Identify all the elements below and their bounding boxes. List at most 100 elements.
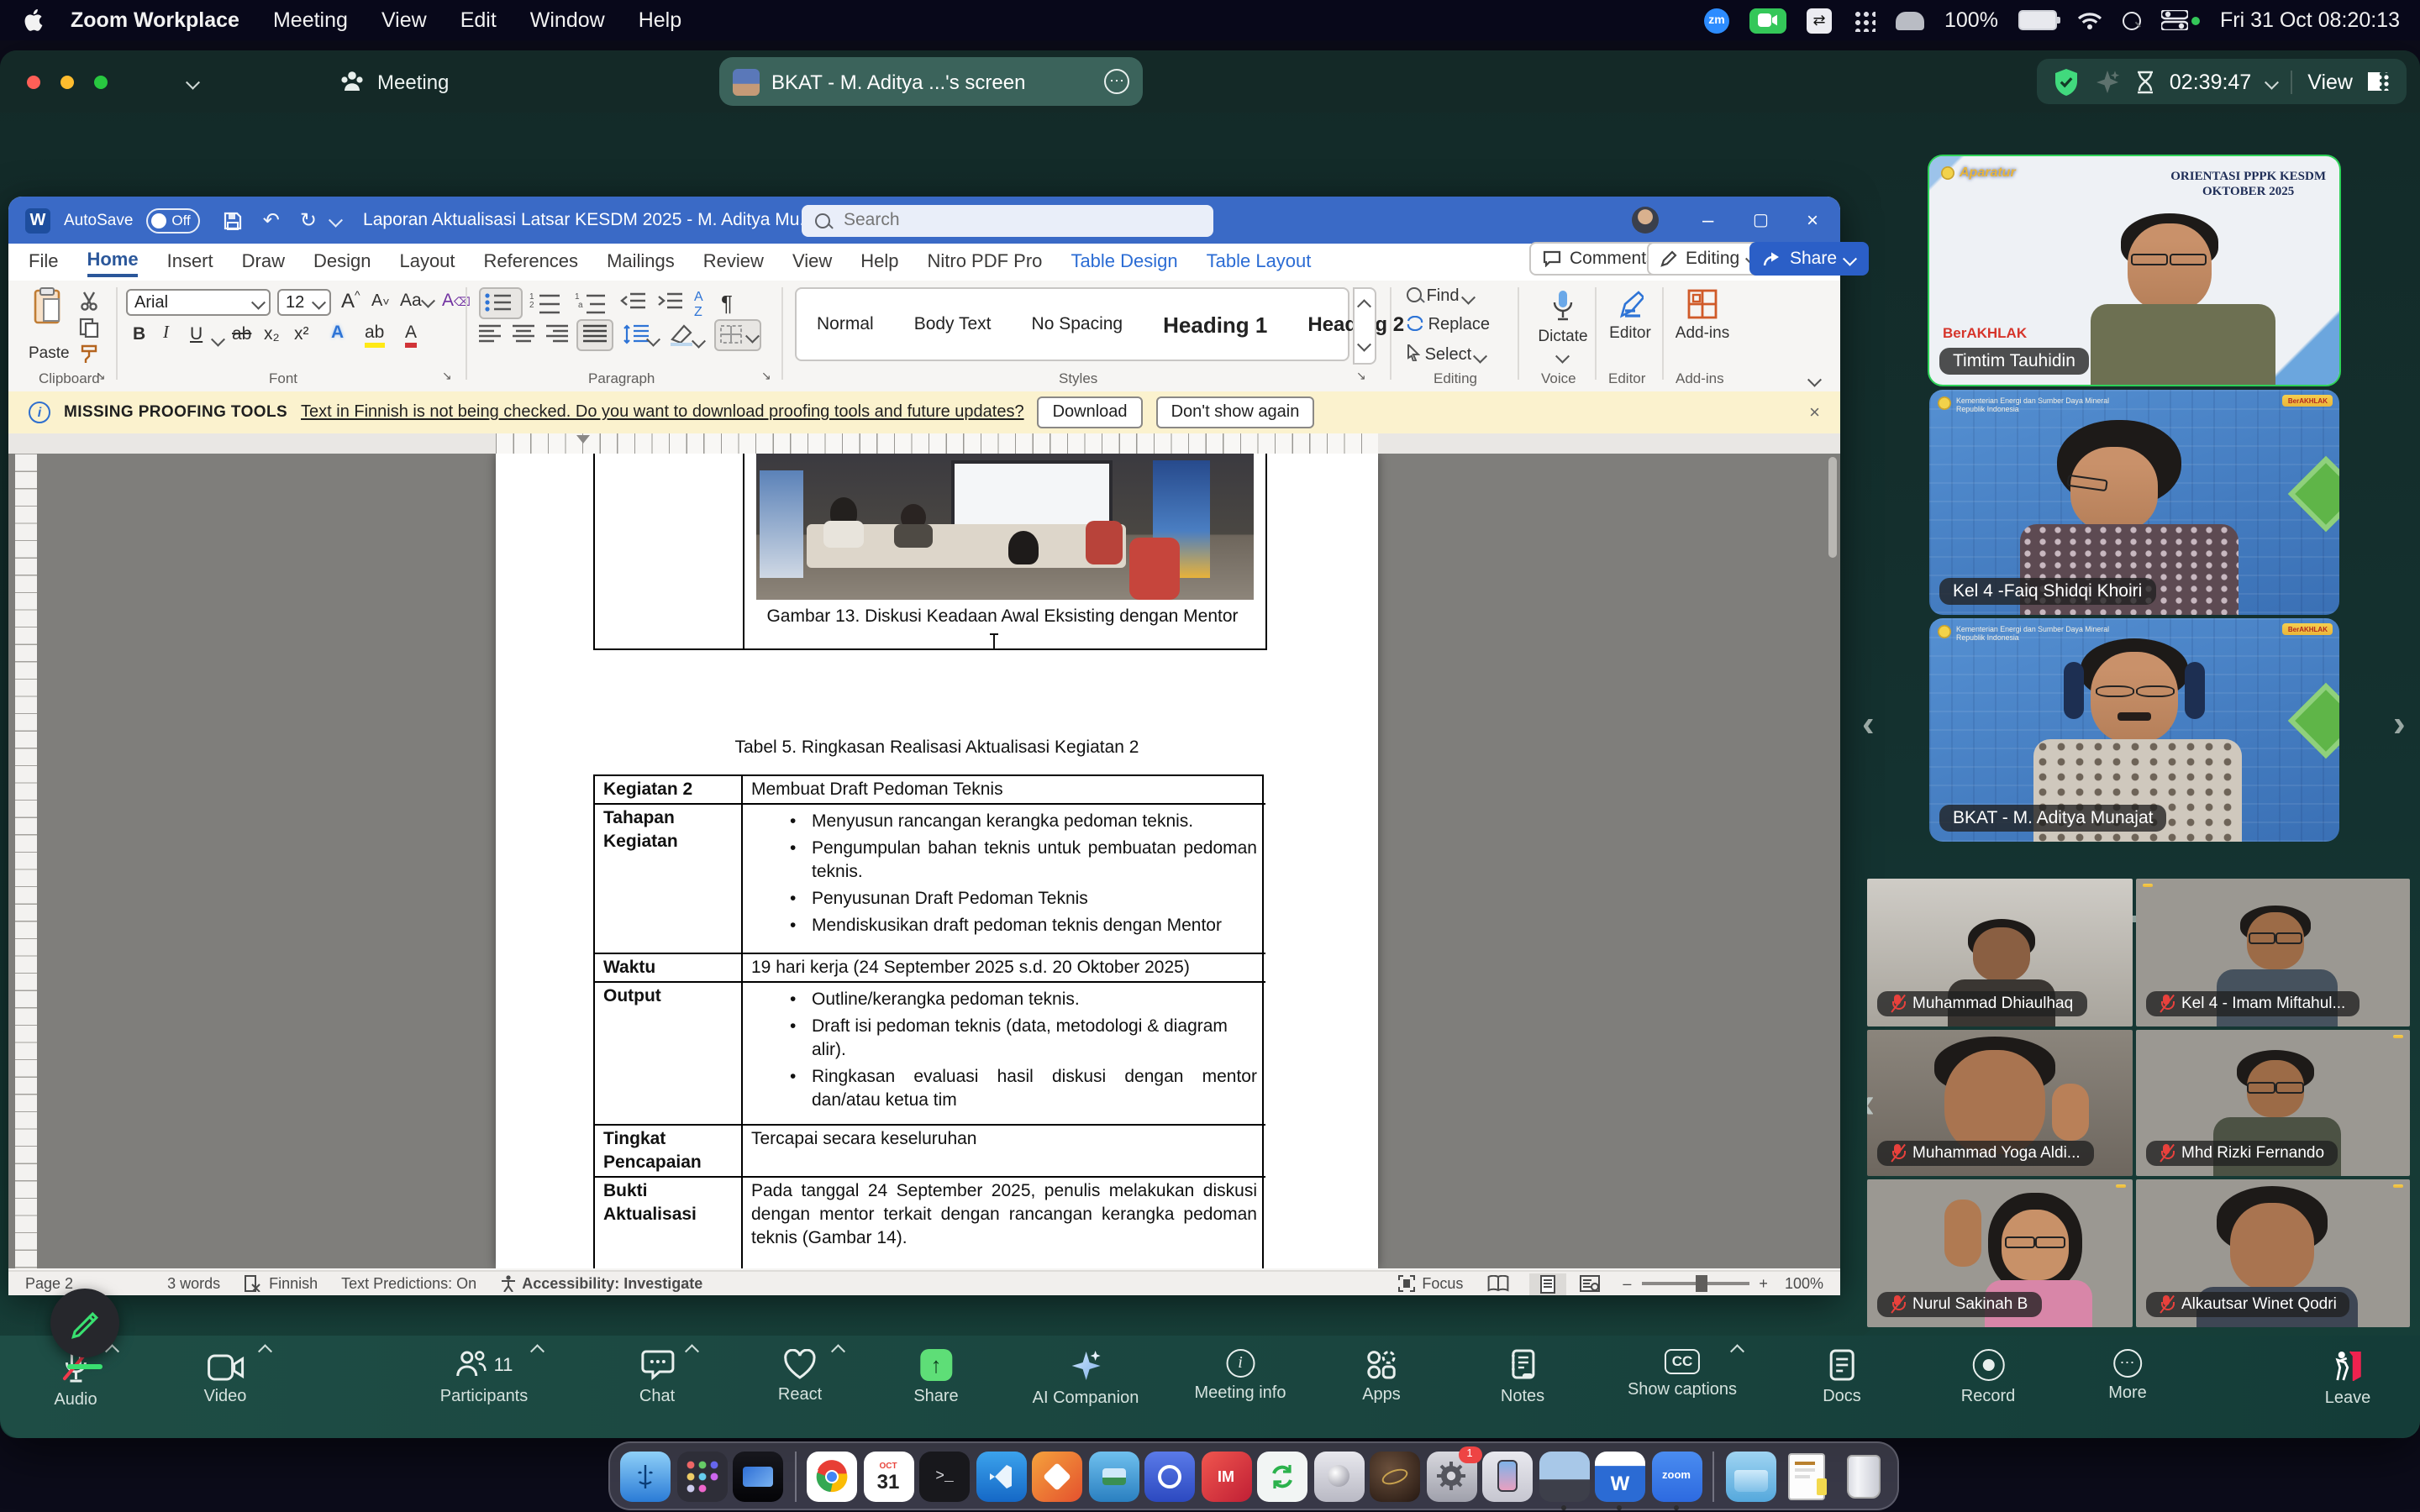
text-predictions[interactable]: Text Predictions: On [341,1275,476,1292]
zoom-out-icon[interactable]: – [1623,1275,1631,1292]
account-avatar[interactable] [1632,207,1659,234]
terminal-icon[interactable]: >_ [919,1451,970,1501]
tab-table-design[interactable]: Table Design [1071,252,1177,272]
tab-layout[interactable]: Layout [399,252,455,272]
share-document-button[interactable]: Share [1749,242,1868,276]
blue-app-icon[interactable] [1144,1451,1195,1501]
redo-icon[interactable]: ↻ [300,208,317,232]
numbered-list-button[interactable]: 12 [529,291,563,319]
display-arrows-icon[interactable]: ⇄ [1807,8,1832,33]
undo-icon[interactable]: ↶ [263,208,280,232]
superscript-button[interactable]: x² [294,324,309,344]
addins-button[interactable]: Add-ins [1672,289,1733,343]
decrease-indent-button[interactable] [620,291,647,318]
zoom-dock-icon[interactable]: zoom [1651,1451,1702,1501]
sort-button[interactable]: AZ [694,289,703,319]
copy-icon[interactable] [79,318,99,343]
font-size-select[interactable]: 12 [277,289,331,316]
change-case-icon[interactable]: Aa [400,291,433,311]
increase-indent-button[interactable] [657,291,684,318]
gallery-tile-5[interactable]: Nurul Sakinah B [1867,1179,2133,1327]
dont-show-again-button[interactable]: Don't show again [1156,396,1315,428]
tab-view[interactable]: View [792,252,832,272]
style-normal[interactable]: Normal [817,314,874,334]
control-center-icon[interactable] [2161,10,2200,30]
gallery-tile-4[interactable]: Mhd Rizki Fernando [2136,1030,2410,1176]
word-close-button[interactable]: × [1807,210,1818,230]
style-heading-1[interactable]: Heading 1 [1163,312,1267,337]
highlight-button[interactable]: ab [365,323,384,343]
window-chevron-icon[interactable] [187,75,200,88]
word-dock-icon[interactable]: W [1595,1451,1645,1501]
menu-window[interactable]: Window [530,8,605,32]
warning-message-link[interactable]: Text in Finnish is not being checked. Do… [301,403,1024,422]
minimize-traffic-light[interactable] [60,75,74,88]
zoom-in-icon[interactable]: + [1759,1275,1768,1292]
borders-button[interactable] [714,319,761,351]
zoom-traffic-light[interactable] [94,75,108,88]
font-name-select[interactable]: Arial [126,289,271,316]
language-indicator[interactable]: Finnish [269,1275,318,1292]
zoom-percent[interactable]: 100% [1785,1275,1823,1292]
menu-app-name[interactable]: Zoom Workplace [71,8,239,32]
pilcrow-button[interactable]: ¶ [721,291,733,316]
documents-stack-icon[interactable] [1781,1451,1832,1501]
chat-button[interactable]: Chat [639,1349,675,1406]
document-page[interactable]: Gambar 13. Diskusi Keadaan Awal Eksistin… [496,454,1378,1268]
styles-scroll-buttons[interactable] [1353,287,1376,365]
sphere-app-icon[interactable] [1370,1451,1420,1501]
multilevel-list-button[interactable]: 1a [575,291,608,319]
chrome-icon[interactable] [807,1451,857,1501]
page-indicator[interactable]: Page 2 [25,1275,73,1292]
downloads-folder-icon[interactable] [1725,1451,1776,1501]
quickbar-chevron-icon[interactable] [329,213,342,227]
ai-sparkle-icon[interactable] [2094,68,2121,95]
annotate-button[interactable] [50,1289,119,1357]
align-center-button[interactable] [513,324,536,349]
participants-options-icon[interactable] [531,1346,544,1359]
zoom-slider[interactable] [1641,1283,1749,1285]
leave-button[interactable]: Leave [2325,1349,2371,1408]
word-scrollbar[interactable] [1828,457,1837,558]
style-body-text[interactable]: Body Text [914,314,992,334]
menu-meeting[interactable]: Meeting [273,8,348,32]
video-tile-3[interactable]: Kementerian Energi dan Sumber Daya Miner… [1929,618,2339,842]
gallery-tile-1[interactable]: Muhammad Dhiaulhaq [1867,879,2133,1026]
grey-app-icon[interactable] [1313,1451,1364,1501]
security-shield-icon[interactable] [2054,68,2079,95]
notes-button[interactable]: Notes [1501,1349,1544,1406]
grow-font-icon[interactable]: A^ [341,289,360,312]
bold-button[interactable]: B [133,324,145,344]
clipboard-launcher-icon[interactable]: ↘ [96,370,106,383]
shrink-font-icon[interactable]: A˅ [371,292,390,311]
autosave-toggle[interactable]: Off [146,207,200,233]
tab-meeting[interactable]: Meeting [377,70,449,93]
apple-logo-icon[interactable] [24,8,44,32]
save-icon[interactable] [224,211,243,229]
chat-options-icon[interactable] [686,1346,699,1359]
video-options-icon[interactable] [259,1346,272,1359]
spotlight-search-icon[interactable] [2123,11,2141,29]
ai-companion-button[interactable]: AI Companion [1033,1349,1139,1408]
react-options-icon[interactable] [832,1346,845,1359]
finder-icon[interactable] [620,1451,671,1501]
menu-view[interactable]: View [381,8,427,32]
strikethrough-button[interactable]: ab [232,324,251,344]
participants-button[interactable]: 11 Participants [440,1349,529,1406]
cut-icon[interactable] [79,291,99,316]
gallery-next-icon[interactable]: › [2393,702,2406,746]
zoom-status-icon[interactable]: zm [1704,8,1729,33]
style-no-spacing[interactable]: No Spacing [1032,314,1123,334]
shading-button[interactable] [669,324,703,351]
collapse-ribbon-icon[interactable] [1808,373,1822,386]
document-title[interactable]: Laporan Aktualisasi Latsar KESDM 2025 - … [363,210,814,230]
tab-design[interactable]: Design [313,252,371,272]
download-button[interactable]: Download [1038,396,1143,428]
font-color-button[interactable]: A [405,323,417,343]
share-screen-button[interactable]: ↑ Share [913,1349,958,1406]
paragraph-launcher-icon[interactable]: ↘ [761,370,771,383]
trash-icon[interactable] [1838,1451,1888,1501]
align-right-button[interactable] [546,324,570,349]
sync-app-icon[interactable] [1257,1451,1307,1501]
document-canvas[interactable]: Gambar 13. Diskusi Keadaan Awal Eksistin… [8,454,1840,1268]
